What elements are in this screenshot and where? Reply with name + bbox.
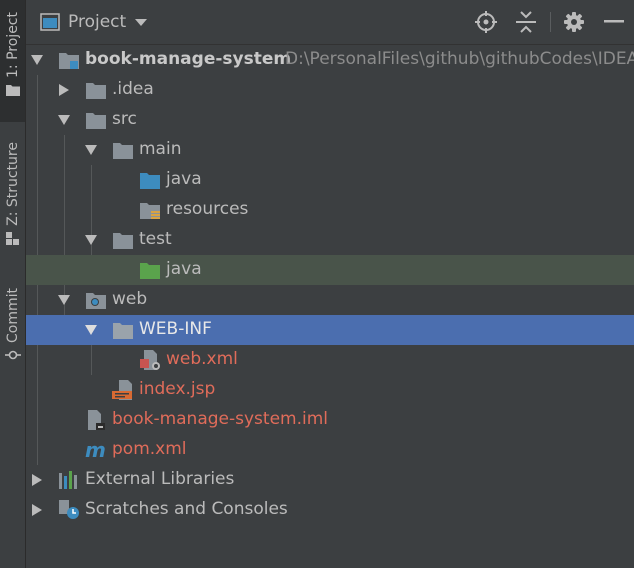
svg-text:m: m (85, 440, 106, 460)
xml-file-icon (140, 350, 160, 370)
web-folder-icon (86, 293, 106, 309)
tree-label: WEB-INF (139, 319, 212, 339)
tree-row-webinf[interactable]: WEB-INF (26, 315, 634, 345)
tree-row-test-java[interactable]: java (26, 255, 634, 285)
project-header: Project (26, 0, 634, 45)
tool-window-strip: 1: Project Z: Structure Commit (0, 0, 26, 568)
commit-icon (4, 350, 21, 360)
folder-icon (86, 113, 106, 129)
tree-label: java (166, 259, 202, 279)
expanded-arrow-icon[interactable] (31, 54, 43, 66)
folder-icon (5, 84, 20, 96)
tree-row-external-libraries[interactable]: External Libraries (26, 465, 634, 495)
crosshair-icon (475, 11, 497, 33)
tab-project-label: 1: Project (4, 12, 21, 78)
tree-label: src (112, 109, 137, 129)
expanded-arrow-icon[interactable] (85, 234, 97, 246)
tree-row-src[interactable]: src (26, 105, 634, 135)
tab-commit-label: Commit (4, 288, 21, 343)
module-folder-icon (59, 53, 79, 69)
tree-row-webxml[interactable]: web.xml (26, 345, 634, 375)
tree-label: book-manage-system (85, 49, 292, 69)
tree-row-indexjsp[interactable]: index.jsp (26, 375, 634, 405)
tree-row-iml[interactable]: book-manage-system.iml (26, 405, 634, 435)
tree-label: .idea (112, 79, 154, 99)
tab-project[interactable]: 1: Project (0, 0, 25, 122)
tree-row-idea[interactable]: .idea (26, 75, 634, 105)
locate-button[interactable] (474, 10, 498, 34)
collapse-all-button[interactable] (514, 10, 538, 34)
tree-label: web (112, 289, 148, 309)
folder-icon (113, 323, 133, 339)
maven-icon: m (85, 440, 106, 460)
collapsed-arrow-icon[interactable] (58, 84, 70, 96)
folder-icon (113, 233, 133, 249)
project-tree[interactable]: book-manage-system D:\PersonalFiles\gith… (26, 45, 634, 568)
tree-row-root[interactable]: book-manage-system D:\PersonalFiles\gith… (26, 45, 634, 75)
folder-icon (113, 143, 133, 159)
tree-row-main-java[interactable]: java (26, 165, 634, 195)
gear-icon (564, 12, 584, 32)
tree-label: pom.xml (112, 439, 187, 459)
test-folder-icon (140, 263, 160, 279)
tree-path: D:\PersonalFiles\github\githubCodes\IDEA (285, 49, 634, 69)
tree-label: java (166, 169, 202, 189)
tree-row-web[interactable]: web (26, 285, 634, 315)
tree-label: index.jsp (139, 379, 216, 399)
jsp-file-icon (112, 380, 132, 400)
collapsed-arrow-icon[interactable] (31, 504, 43, 516)
source-folder-icon (140, 173, 160, 189)
scratches-icon (59, 500, 79, 519)
tree-label: Scratches and Consoles (85, 499, 288, 519)
tree-label: resources (166, 199, 249, 219)
tree-label: External Libraries (85, 469, 235, 489)
tab-structure[interactable]: Z: Structure (0, 142, 25, 262)
expanded-arrow-icon[interactable] (58, 114, 70, 126)
expanded-arrow-icon[interactable] (85, 324, 97, 336)
tab-commit[interactable]: Commit (0, 288, 25, 372)
tree-row-pom[interactable]: m pom.xml (26, 435, 634, 465)
settings-button[interactable] (562, 10, 586, 34)
collapsed-arrow-icon[interactable] (31, 474, 43, 486)
expanded-arrow-icon[interactable] (85, 144, 97, 156)
tree-label: web.xml (166, 349, 238, 369)
tree-label: test (139, 229, 172, 249)
expanded-arrow-icon[interactable] (58, 294, 70, 306)
libraries-icon (59, 471, 77, 489)
tree-row-main[interactable]: main (26, 135, 634, 165)
tree-label: book-manage-system.iml (112, 409, 328, 429)
structure-icon (5, 231, 19, 245)
view-selector[interactable]: Project (40, 10, 148, 34)
folder-icon (86, 83, 106, 99)
header-separator (550, 12, 551, 32)
tab-structure-label: Z: Structure (4, 142, 21, 226)
collapse-all-icon (516, 11, 536, 33)
tree-row-scratches[interactable]: Scratches and Consoles (26, 495, 634, 525)
resources-folder-icon (140, 203, 160, 219)
tree-label: main (139, 139, 182, 159)
tree-row-resources[interactable]: resources (26, 195, 634, 225)
hide-button[interactable] (602, 10, 626, 34)
iml-file-icon (88, 410, 105, 430)
minimize-icon (604, 20, 624, 23)
header-title: Project (68, 12, 127, 32)
project-window-icon (40, 13, 60, 31)
chevron-down-icon (135, 19, 148, 26)
tree-row-test[interactable]: test (26, 225, 634, 255)
